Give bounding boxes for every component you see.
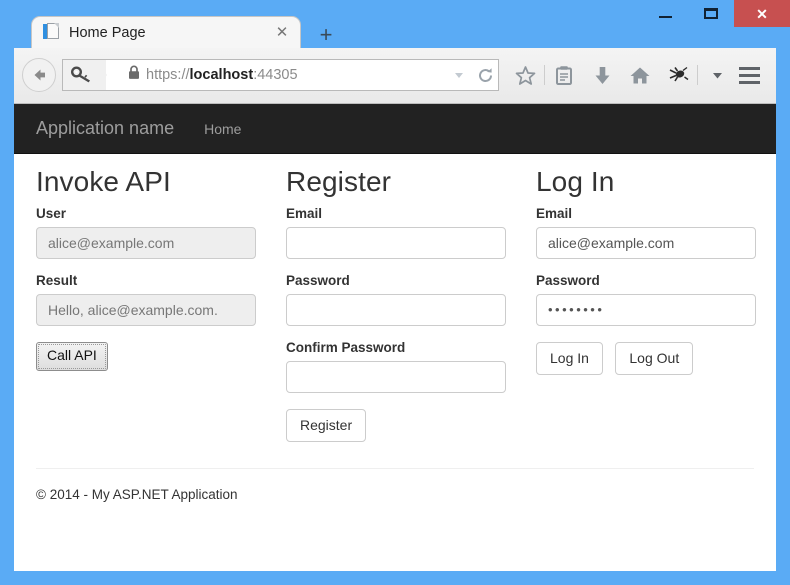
call-api-button[interactable]: Call API: [36, 342, 108, 371]
url-port: :44305: [253, 67, 298, 83]
page-footer: © 2014 - My ASP.NET Application: [36, 468, 754, 502]
heading-invoke-api: Invoke API: [36, 166, 171, 197]
log-out-button[interactable]: Log Out: [615, 342, 694, 375]
log-in-button[interactable]: Log In: [536, 342, 603, 375]
login-password-field[interactable]: ••••••••: [536, 294, 756, 326]
tab-strip: Home Page ✕ +: [14, 0, 776, 48]
home-icon[interactable]: [621, 59, 659, 91]
site-identity-box[interactable]: [63, 60, 118, 90]
browser-tab-home-page[interactable]: Home Page ✕: [31, 16, 301, 48]
result-field[interactable]: Hello, alice@example.com.: [36, 294, 256, 326]
bookmark-star-icon[interactable]: [506, 59, 544, 91]
reload-icon[interactable]: [472, 60, 498, 90]
register-button[interactable]: Register: [286, 409, 367, 442]
chevron-down-icon[interactable]: [446, 60, 472, 90]
address-bar[interactable]: https://localhost:44305: [62, 59, 499, 91]
copyright-text: © 2014 - My ASP.NET Application: [36, 487, 238, 502]
register-password-field[interactable]: [286, 294, 506, 326]
label-register-email: Email: [286, 206, 323, 221]
page-container: Invoke API User alice@example.com Result…: [14, 154, 776, 502]
downloads-icon[interactable]: [583, 59, 621, 91]
key-icon: [71, 66, 90, 83]
login-buttons: Log In Log Out: [536, 342, 776, 375]
hamburger-menu-icon[interactable]: [732, 59, 766, 91]
register-buttons: Register: [286, 409, 536, 442]
tab-close-icon[interactable]: ✕: [274, 25, 290, 41]
column-invoke-api: Invoke API User alice@example.com Result…: [36, 166, 286, 442]
reading-list-icon[interactable]: [545, 59, 583, 91]
register-email-field[interactable]: [286, 227, 506, 259]
browser-window: ✕ Home Page ✕ + https://localhost:44305 …: [0, 0, 790, 585]
back-button[interactable]: [22, 58, 56, 92]
heading-register: Register: [286, 166, 392, 197]
columns-row: Invoke API User alice@example.com Result…: [36, 154, 756, 442]
invoke-api-buttons: Call API: [36, 342, 286, 371]
column-log-in: Log In Email alice@example.com Password …: [536, 166, 776, 442]
url-host: localhost: [189, 67, 254, 83]
tab-title: Home Page: [69, 24, 146, 41]
navbar-link-home[interactable]: Home: [204, 121, 241, 137]
page-icon: [43, 23, 60, 42]
navbar-brand[interactable]: Application name: [36, 118, 174, 139]
app-navbar: Application name Home: [14, 104, 776, 154]
new-tab-button[interactable]: +: [312, 24, 340, 48]
heading-log-in: Log In: [536, 166, 615, 197]
toolbar-icon-group: [506, 59, 736, 91]
label-register-password: Password: [286, 273, 350, 288]
extension-icon[interactable]: [659, 59, 697, 91]
label-user: User: [36, 206, 67, 221]
label-login-email: Email: [536, 206, 573, 221]
back-arrow-icon: [34, 69, 45, 81]
user-field[interactable]: alice@example.com: [36, 227, 256, 259]
page-viewport: Application name Home Invoke API User al…: [14, 104, 776, 571]
lock-icon: [128, 65, 140, 85]
overflow-chevron-icon[interactable]: [698, 59, 736, 91]
address-bar-actions: [446, 60, 498, 90]
column-register: Register Email Password Confirm Password…: [286, 166, 536, 442]
label-login-password: Password: [536, 273, 600, 288]
label-result: Result: [36, 273, 78, 288]
url-scheme: https://: [146, 67, 190, 83]
login-email-field[interactable]: alice@example.com: [536, 227, 756, 259]
url-text: https://localhost:44305: [146, 67, 298, 83]
label-register-confirm-password: Confirm Password: [286, 340, 406, 355]
browser-toolbar: https://localhost:44305: [14, 48, 776, 104]
register-confirm-password-field[interactable]: [286, 361, 506, 393]
